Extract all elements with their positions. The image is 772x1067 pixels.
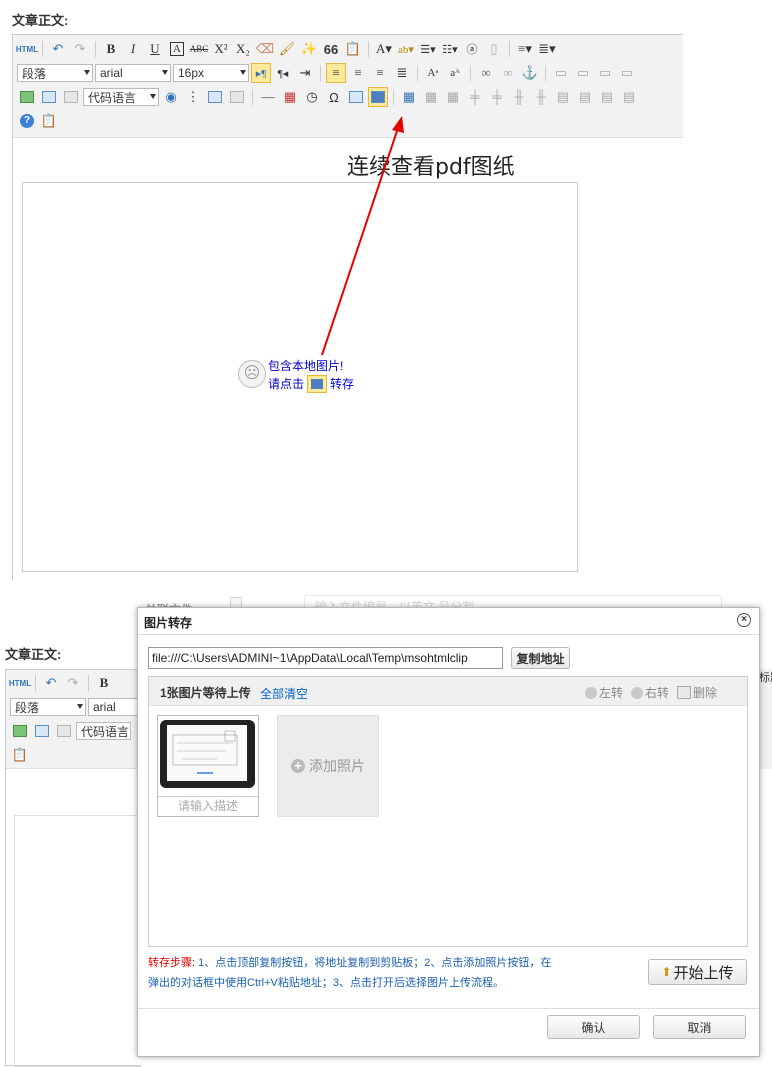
bottom-paste-word-icon[interactable]: 📋 — [10, 745, 30, 765]
thumbnail-tablet-frame — [160, 720, 255, 788]
arrow-shaft — [321, 127, 399, 356]
right-cut-text: 标题 — [759, 672, 772, 684]
section-label-bottom: 文章正文: — [5, 647, 62, 662]
bottom-redo-icon[interactable]: ↷ — [63, 673, 83, 693]
start-upload-button[interactable]: ⬆ 开始上传 — [648, 959, 747, 985]
bottom-toolbar-row-3: 代码语言 — [10, 720, 131, 742]
confirm-button[interactable]: 确认 — [547, 1015, 640, 1039]
bottom-paragraph-value: 段落 — [15, 700, 40, 715]
dialog-close-icon[interactable]: × — [737, 613, 751, 627]
upload-panel: 1张图片等待上传 全部清空 左转 右转 删除 请输入描述 + 添加照片 — [148, 676, 748, 947]
steps-text-1: 1、点击顶部复制按钮，将地址复制到剪贴板；2、点击添加照片按钮，在 — [198, 957, 552, 969]
bottom-code-language-select[interactable]: 代码语言 — [76, 722, 131, 740]
bottom-undo-icon[interactable]: ↶ — [41, 673, 61, 693]
image-thumbnail-card[interactable]: 请输入描述 — [157, 715, 259, 817]
thumbnail-drawing — [167, 725, 247, 781]
start-upload-label: 开始上传 — [673, 964, 734, 982]
bottom-video-icon[interactable] — [54, 721, 74, 741]
bottom-content-area[interactable] — [14, 815, 142, 1067]
steps-text-2: 弹出的对话框中使用Ctrl+V粘贴地址；3、点击打开后选择图片上传流程。 — [148, 977, 504, 989]
upload-icon: ⬆ — [661, 965, 672, 979]
thumbnail-description-input[interactable]: 请输入描述 — [158, 796, 258, 816]
bottom-html-button[interactable]: HTML — [9, 673, 31, 693]
bottom-toolbar-row-4: 📋 — [10, 744, 30, 766]
rotate-left-label: 左转 — [599, 686, 624, 700]
image-path-input[interactable]: file:///C:\Users\ADMINI~1\AppData\Local\… — [148, 647, 503, 669]
right-cut-toolbar: 标题 — [758, 669, 772, 769]
add-photo-button[interactable]: + 添加照片 — [277, 715, 379, 817]
dialog-footer-divider — [138, 1008, 759, 1009]
bottom-toolbar-row-1: HTML ↶ ↷ B — [9, 672, 114, 694]
upload-count-label: 1张图片等待上传 — [160, 686, 251, 700]
copy-address-button[interactable]: 复制地址 — [511, 647, 570, 669]
delete-icon — [677, 686, 691, 699]
delete-label: 删除 — [693, 686, 718, 700]
rotate-right-button[interactable]: 右转 — [631, 684, 669, 701]
rotate-right-icon — [631, 686, 643, 699]
bottom-multi-image-icon[interactable] — [32, 721, 52, 741]
bottom-font-value: arial — [93, 700, 116, 714]
bottom-code-language-value: 代码语言 — [81, 724, 130, 739]
annotation-arrow — [321, 116, 404, 356]
bottom-toolbar-row-2: 段落 arial — [10, 696, 143, 718]
delete-button[interactable]: 删除 — [677, 684, 717, 701]
bottom-toolbar: HTML ↶ ↷ B 段落 arial 代码语言 📋 — [6, 670, 143, 769]
dialog-header: 图片转存 × — [138, 608, 759, 635]
rotate-left-icon — [585, 686, 597, 699]
bottom-image-icon[interactable] — [10, 721, 30, 741]
clear-all-link[interactable]: 全部清空 — [260, 685, 308, 702]
steps-label: 转存步骤: — [148, 957, 196, 969]
upload-panel-header: 1张图片等待上传 全部清空 左转 右转 删除 — [149, 677, 747, 706]
image-transfer-dialog: 图片转存 × file:///C:\Users\ADMINI~1\AppData… — [137, 607, 760, 1057]
rotate-right-label: 右转 — [645, 686, 670, 700]
transfer-steps: 转存步骤: 1、点击顶部复制按钮，将地址复制到剪贴板；2、点击添加照片按钮，在 … — [148, 953, 608, 993]
bottom-font-select[interactable]: arial — [88, 698, 143, 716]
dialog-title: 图片转存 — [144, 616, 193, 630]
plus-icon: + — [291, 759, 305, 773]
cancel-button[interactable]: 取消 — [653, 1015, 746, 1039]
bottom-paragraph-select[interactable]: 段落 — [10, 698, 86, 716]
add-photo-label: 添加照片 — [309, 758, 365, 774]
thumbnail-sketch-icon — [172, 730, 238, 774]
arrow-head — [392, 116, 404, 133]
rich-text-editor-bottom: HTML ↶ ↷ B 段落 arial 代码语言 📋 — [5, 669, 143, 1067]
bottom-bold-button[interactable]: B — [94, 673, 114, 693]
rotate-left-button[interactable]: 左转 — [585, 684, 623, 701]
